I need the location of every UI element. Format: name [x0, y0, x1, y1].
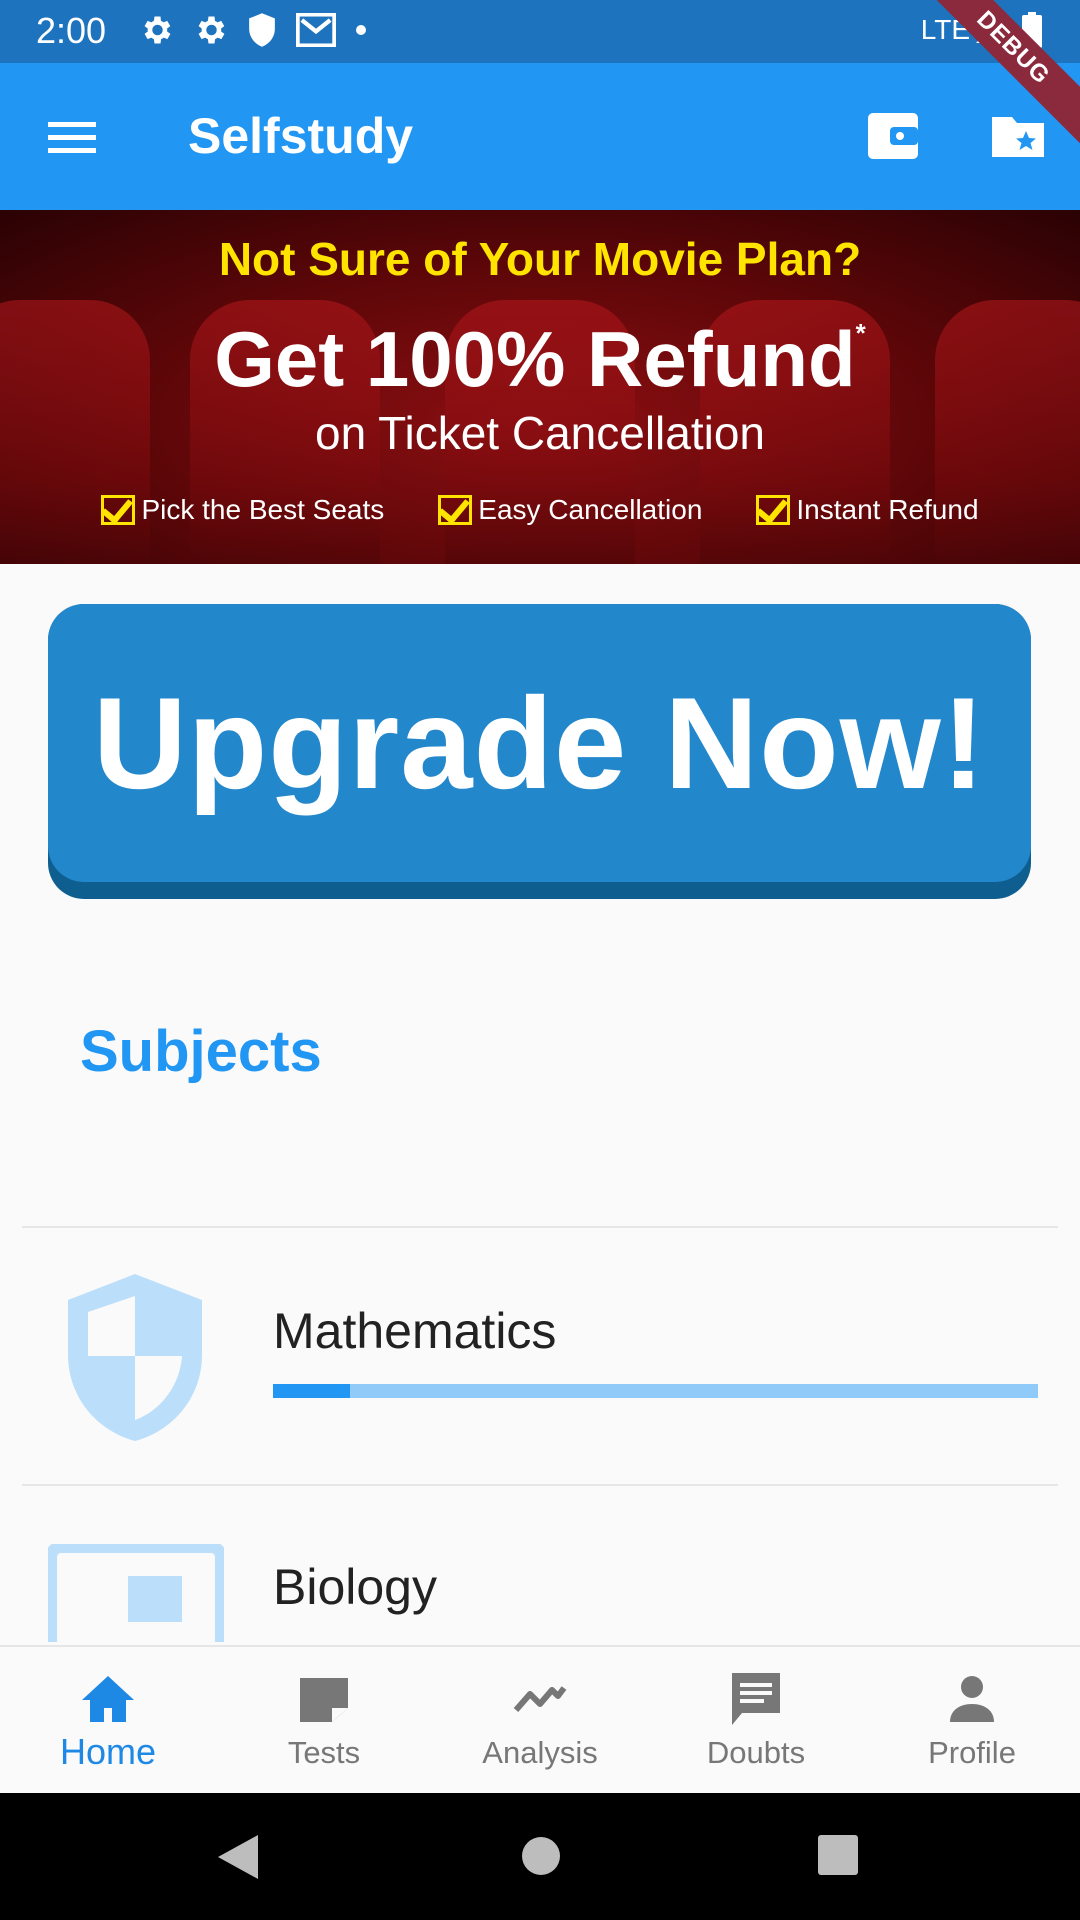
banner-offer-mark: * — [855, 318, 866, 348]
checkbox-icon — [756, 495, 791, 525]
menu-icon — [48, 122, 96, 153]
subject-name: Mathematics — [273, 1303, 557, 1359]
banner-subline: on Ticket Cancellation — [314, 407, 766, 459]
checkbox-icon — [101, 495, 136, 525]
nav-label: Profile — [928, 1735, 1016, 1770]
banner-check-label: Pick the Best Seats — [141, 494, 385, 525]
subjects-heading: Subjects — [80, 1019, 322, 1084]
back-icon[interactable] — [216, 1833, 260, 1886]
nav-profile[interactable]: Profile — [864, 1647, 1080, 1795]
trending-icon — [512, 1671, 568, 1727]
wallet-icon — [868, 113, 918, 159]
banner-check-item: Instant Refund — [756, 494, 979, 526]
app-bar: Selfstudy — [0, 63, 1080, 210]
wallet-button[interactable] — [864, 107, 922, 165]
banner-headline: Not Sure of Your Movie Plan? — [218, 233, 862, 285]
subject-row-biology[interactable]: Biology — [0, 1486, 1080, 1642]
bottom-navigation: Home Tests Analysis Doubts Profile — [0, 1645, 1080, 1795]
menu-button[interactable] — [46, 111, 98, 163]
banner-checklist: Pick the Best Seats Easy Cancellation In… — [0, 494, 1080, 526]
status-bar: 2:00 LTE — [0, 0, 1080, 63]
home-icon — [80, 1671, 136, 1727]
banner-offer: Get 100% Refund* — [0, 314, 1080, 405]
nav-home[interactable]: Home — [0, 1647, 216, 1795]
upgrade-button-label: Upgrade Now! — [48, 604, 1031, 882]
nav-label: Home — [59, 1731, 157, 1772]
window-icon — [45, 1541, 227, 1642]
shield-icon — [60, 1270, 210, 1450]
subject-name: Biology — [273, 1559, 437, 1615]
subject-progress-bar — [273, 1384, 1038, 1398]
checkbox-icon — [438, 495, 473, 525]
nav-label: Doubts — [706, 1735, 806, 1770]
settings-icon — [138, 12, 174, 48]
app-title: Selfstudy — [188, 108, 414, 164]
nav-doubts[interactable]: Doubts — [648, 1647, 864, 1795]
status-time: 2:00 — [36, 10, 107, 51]
status-icons — [138, 12, 368, 48]
person-icon — [947, 1671, 997, 1727]
subject-progress-fill — [273, 1384, 350, 1398]
mail-icon — [296, 13, 336, 47]
banner-offer-text: Get 100% Refund — [214, 315, 856, 403]
folder-star-icon — [992, 117, 1044, 157]
banner-check-label: Easy Cancellation — [478, 494, 703, 525]
saved-folder-button[interactable] — [988, 107, 1048, 165]
home-circle-icon[interactable] — [518, 1833, 564, 1884]
ad-banner[interactable]: Not Sure of Your Movie Plan? Get 100% Re… — [0, 210, 1080, 564]
dot-icon — [354, 23, 368, 37]
banner-check-label: Instant Refund — [796, 494, 979, 525]
nav-label: Analysis — [482, 1735, 598, 1770]
banner-check-item: Pick the Best Seats — [101, 494, 384, 526]
chat-icon — [728, 1671, 784, 1727]
recents-icon[interactable] — [816, 1833, 860, 1884]
note-icon — [296, 1671, 352, 1727]
nav-tests[interactable]: Tests — [216, 1647, 432, 1795]
nav-label: Tests — [287, 1735, 361, 1770]
settings-icon — [192, 12, 228, 48]
subject-row-mathematics[interactable]: Mathematics — [0, 1228, 1080, 1484]
nav-analysis[interactable]: Analysis — [432, 1647, 648, 1795]
system-navigation-bar — [0, 1793, 1080, 1920]
banner-check-item: Easy Cancellation — [438, 494, 702, 526]
shield-icon — [246, 12, 278, 48]
upgrade-button[interactable]: Upgrade Now! — [48, 604, 1031, 899]
